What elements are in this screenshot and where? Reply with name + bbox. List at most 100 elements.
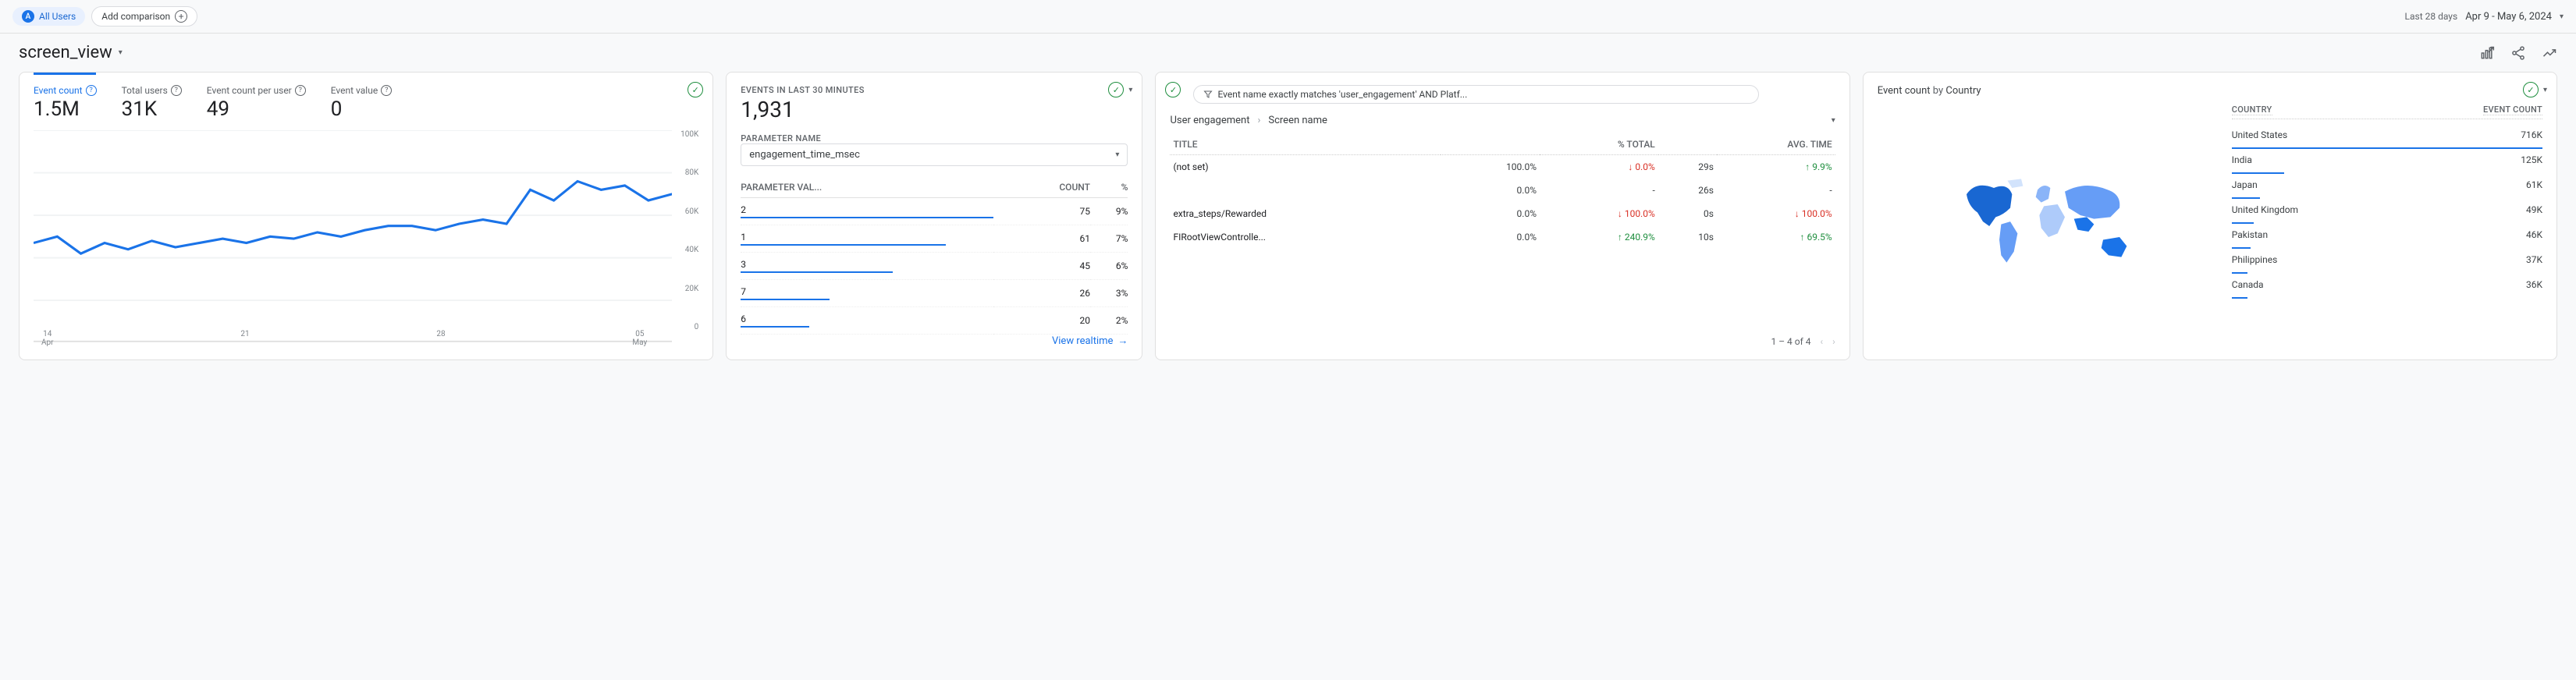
metric-event-per-user[interactable]: Event count per user ? 49 [207,85,306,121]
breadcrumb-item[interactable]: User engagement [1170,115,1249,126]
country-count: 49K [2526,204,2542,215]
add-comparison-chip[interactable]: Add comparison + [91,6,197,27]
x-tick-sub: Apr [41,338,54,347]
engagement-card: ✓ Event name exactly matches 'user_engag… [1155,72,1849,360]
param-value: 6 [741,307,993,335]
country-name: United States [2232,129,2287,140]
row-pct-delta: ↑ 240.9% [1540,225,1658,249]
status-ok-icon[interactable]: ✓ [688,82,703,97]
pager: 1 – 4 of 4 ‹ › [1170,336,1835,347]
row-pct: 0.0% [1441,179,1540,202]
table-row[interactable]: Philippines37K [2232,249,2542,274]
metric-label: Event value [331,85,378,96]
table-row[interactable]: 1617% [741,225,1128,253]
row-avg-delta: ↑ 9.9% [1717,155,1835,179]
pager-text: 1 – 4 of 4 [1771,336,1810,347]
view-realtime-link[interactable]: View realtime → [1052,335,1128,347]
x-axis-ticks: 14Apr 21 28 05May [34,330,672,347]
row-pct: 0.0% [1441,225,1540,249]
param-count: 26 [993,280,1089,307]
parameter-select[interactable]: engagement_time_msec ▾ [741,143,1128,166]
trend-chart: 100K 80K 60K 40K 20K 0 14Apr 21 [34,130,698,347]
status-ok-icon[interactable]: ✓ [2523,82,2539,97]
filter-pill[interactable]: Event name exactly matches 'user_engagem… [1193,85,1758,104]
caret-down-icon[interactable]: ▾ [1832,116,1835,125]
caret-down-icon: ▾ [119,48,123,57]
engagement-table: TITLE % TOTAL AVG. TIME (not set)100.0%↓… [1170,134,1835,249]
param-value: 7 [741,280,993,307]
insights-icon[interactable] [2542,45,2557,61]
param-value: 2 [741,198,993,225]
table-row[interactable]: 7263% [741,280,1128,307]
x-tick: 14 [41,330,54,338]
parameter-select-value: engagement_time_msec [749,149,860,161]
table-row[interactable]: 6202% [741,307,1128,335]
metric-total-users[interactable]: Total users ? 31K [122,85,182,121]
col-header: AVG. TIME [1658,134,1835,155]
country-card-title: Event count by Country [1878,85,2542,97]
row-title: FIRootViewControlle... [1170,225,1440,249]
status-ok-icon[interactable]: ✓ [1165,82,1181,97]
table-row[interactable]: 2759% [741,198,1128,225]
param-count: 45 [993,253,1089,280]
row-avg: 26s [1658,179,1717,202]
table-row[interactable]: FIRootViewControlle...0.0%↑ 240.9%10s↑ 6… [1170,225,1835,249]
table-row[interactable]: (not set)100.0%↓ 0.0%29s↑ 9.9% [1170,155,1835,179]
table-row[interactable]: Japan 61K [2232,174,2542,199]
breadcrumb-item[interactable]: Screen name [1268,115,1327,126]
date-prefix: Last 28 days [2405,11,2458,22]
caret-down-icon[interactable]: ▾ [1128,86,1132,94]
param-pct: 3% [1090,280,1128,307]
audience-chip[interactable]: A All Users [12,7,85,26]
help-icon[interactable]: ? [295,85,306,96]
table-row[interactable]: India125K [2232,149,2542,174]
share-icon[interactable] [2510,45,2526,61]
table-row[interactable]: 3456% [741,253,1128,280]
country-count: 36K [2526,279,2542,290]
pager-next-button[interactable]: › [1832,336,1835,347]
table-row[interactable]: Canada36K [2232,274,2542,299]
metric-event-value[interactable]: Event value ? 0 [331,85,392,121]
country-card: ✓ ▾ Event count by Country [1863,72,2557,360]
table-row[interactable]: 0.0% -26s - [1170,179,1835,202]
country-count: 125K [2521,154,2542,165]
country-count: 716K [2521,129,2542,140]
col-header: COUNT [993,177,1089,198]
table-row[interactable]: extra_steps/Rewarded0.0%↓ 100.0%0s↓ 100.… [1170,202,1835,225]
metric-event-count[interactable]: Event count ? 1.5M [34,85,97,121]
table-row[interactable]: United Kingdom49K [2232,199,2542,224]
country-count: 61K [2526,179,2542,190]
customize-report-icon[interactable] [2479,45,2495,61]
parameter-table: PARAMETER VAL... COUNT % 2759%1617%3456%… [741,177,1128,335]
world-map-svg [1878,172,2219,281]
title-dimension: Country [1945,85,1981,97]
caret-down-icon[interactable]: ▾ [2543,86,2547,94]
date-range-value: Apr 9 - May 6, 2024 [2465,11,2552,23]
pager-prev-button[interactable]: ‹ [1821,336,1824,347]
caret-down-icon: ▾ [2560,12,2564,21]
top-bar-left: A All Users Add comparison + [12,6,197,27]
country-name: Japan [2232,179,2258,190]
row-avg-delta: - [1717,179,1835,202]
metric-label: Event count per user [207,85,292,96]
table-row[interactable]: Pakistan46K [2232,224,2542,249]
page-title-dropdown[interactable]: screen_view ▾ [19,43,123,62]
help-icon[interactable]: ? [86,85,97,96]
cards-grid: ✓ Event count ? 1.5M Total users ? 31K E… [0,72,2576,379]
col-header: % [1090,177,1128,198]
date-range-picker[interactable]: Last 28 days Apr 9 - May 6, 2024 ▾ [2405,11,2564,23]
y-axis-ticks: 100K 80K 60K 40K 20K 0 [673,130,698,331]
engagement-breadcrumb: User engagement › Screen name ▾ [1170,115,1835,126]
country-count: 46K [2526,229,2542,240]
table-row[interactable]: United States 716K [2232,124,2542,149]
metric-label: Event count [34,85,83,96]
status-ok-icon[interactable]: ✓ [1108,82,1124,97]
metric-value: 0 [331,97,392,121]
help-icon[interactable]: ? [171,85,182,96]
world-map[interactable] [1878,104,2219,347]
row-title [1170,179,1440,202]
help-icon[interactable]: ? [381,85,392,96]
row-avg: 0s [1658,202,1717,225]
country-table: COUNTRY EVENT COUNT United States716KInd… [2232,104,2542,347]
x-tick-sub: May [632,338,647,347]
